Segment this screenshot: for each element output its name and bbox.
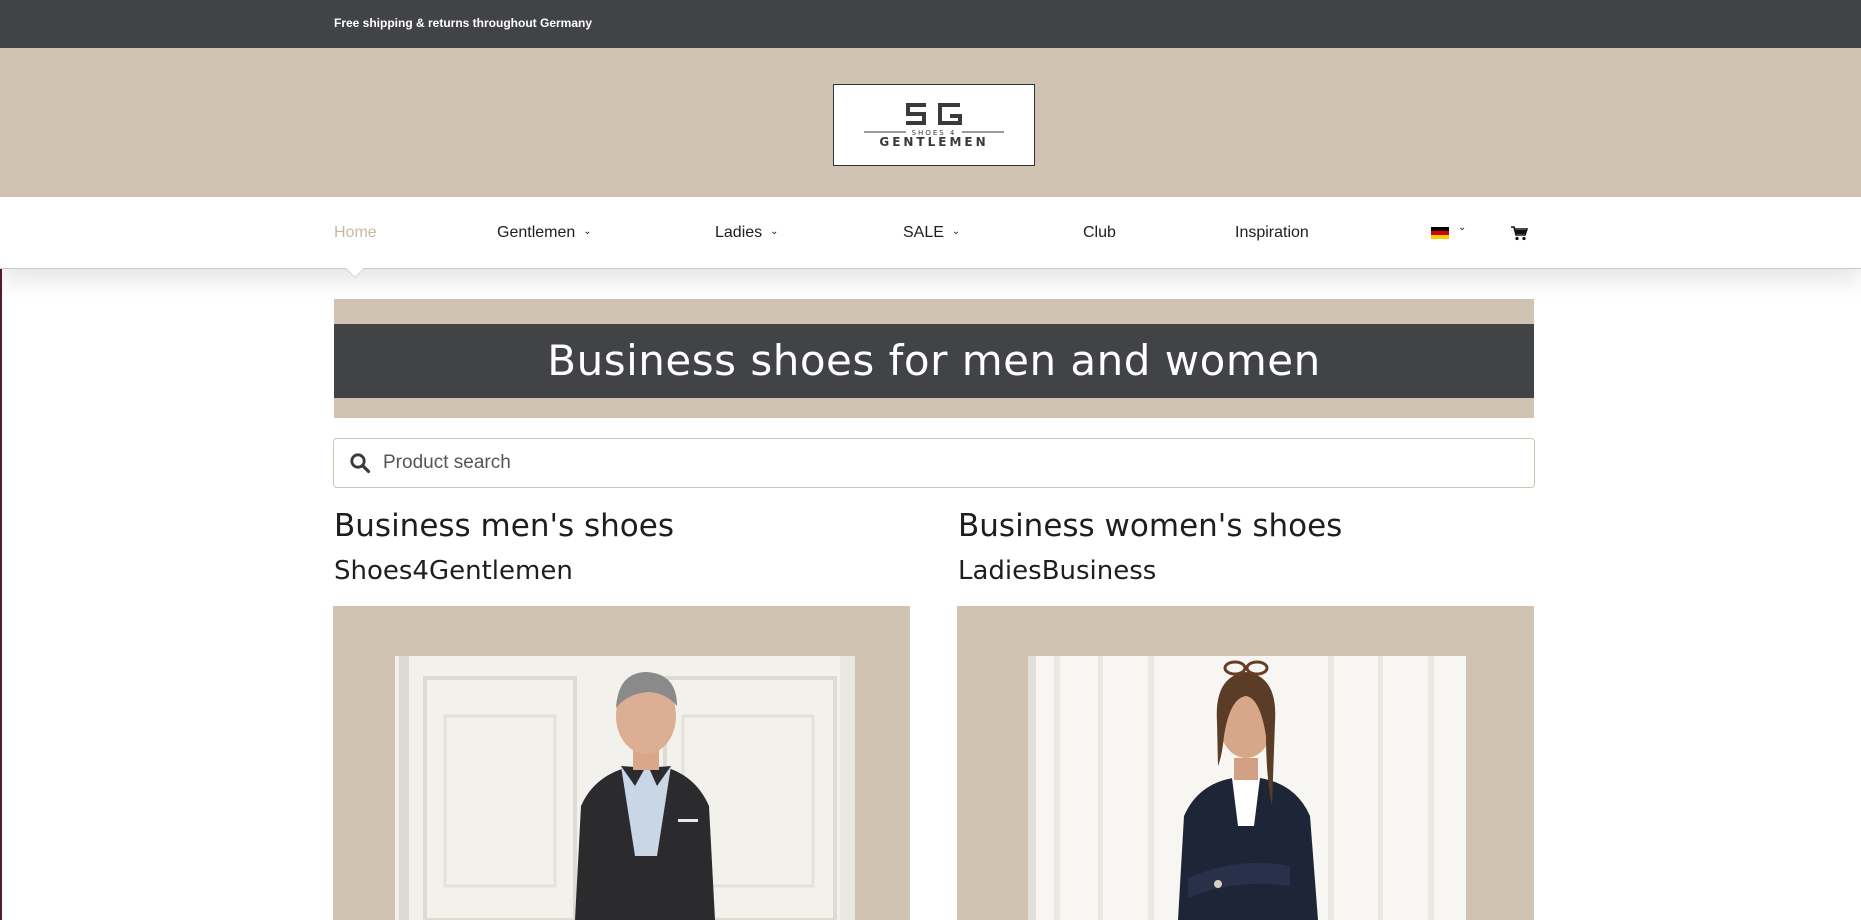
nav-item-sale[interactable]: SALE ⌄ (903, 197, 960, 268)
chevron-down-icon: ⌄ (583, 226, 592, 238)
top-bar: Free shipping & returns throughout Germa… (0, 0, 1861, 48)
nav-item-gentlemen[interactable]: Gentlemen ⌄ (497, 197, 592, 268)
shopping-cart-icon[interactable] (1510, 224, 1528, 242)
nav-item-club[interactable]: Club (1083, 197, 1116, 268)
men-category-card[interactable] (333, 606, 910, 920)
women-category-photo (1028, 656, 1466, 920)
search-input[interactable] (383, 439, 1513, 487)
logo-text-line2: GENTLEMEN (879, 135, 988, 149)
logo-mark: SHOES 4 GENTLEMEN (864, 103, 1004, 149)
women-section-title: Business women's shoes (958, 508, 1343, 544)
nav-item-label: Ladies (715, 224, 763, 241)
women-section-subtitle: LadiesBusiness (958, 556, 1157, 586)
men-section-subtitle: Shoes4Gentlemen (334, 556, 573, 586)
nav-item-ladies[interactable]: Ladies ⌄ (715, 197, 779, 268)
women-category-card[interactable] (957, 606, 1534, 920)
german-flag-icon[interactable] (1431, 227, 1449, 239)
chevron-down-icon: ⌄ (770, 226, 779, 238)
nav-item-label: SALE (903, 224, 944, 241)
site-logo[interactable]: SHOES 4 GENTLEMEN (833, 84, 1035, 166)
search-icon[interactable] (349, 452, 371, 474)
active-nav-pointer-fill (346, 268, 364, 277)
nav-item-label: Home (334, 224, 377, 241)
product-search (333, 438, 1535, 488)
men-category-photo (395, 656, 855, 920)
nav-item-label: Inspiration (1235, 224, 1309, 241)
page-title: Business shoes for men and women (547, 336, 1321, 385)
main-navigation: Home Gentlemen ⌄ Ladies ⌄ SALE ⌄ Club Inspi… (0, 197, 1861, 269)
nav-item-home[interactable]: Home (334, 197, 377, 268)
nav-item-inspiration[interactable]: Inspiration (1235, 197, 1309, 268)
nav-item-label: Gentlemen (497, 224, 576, 241)
chevron-down-icon: ⌄ (951, 226, 961, 238)
men-section-title: Business men's shoes (334, 508, 674, 544)
language-chevron-down-icon[interactable]: ⌄ (1458, 222, 1466, 233)
shipping-notice: Free shipping & returns throughout Germa… (334, 16, 593, 30)
nav-item-label: Club (1083, 224, 1116, 241)
site-header: SHOES 4 GENTLEMEN (0, 48, 1861, 197)
